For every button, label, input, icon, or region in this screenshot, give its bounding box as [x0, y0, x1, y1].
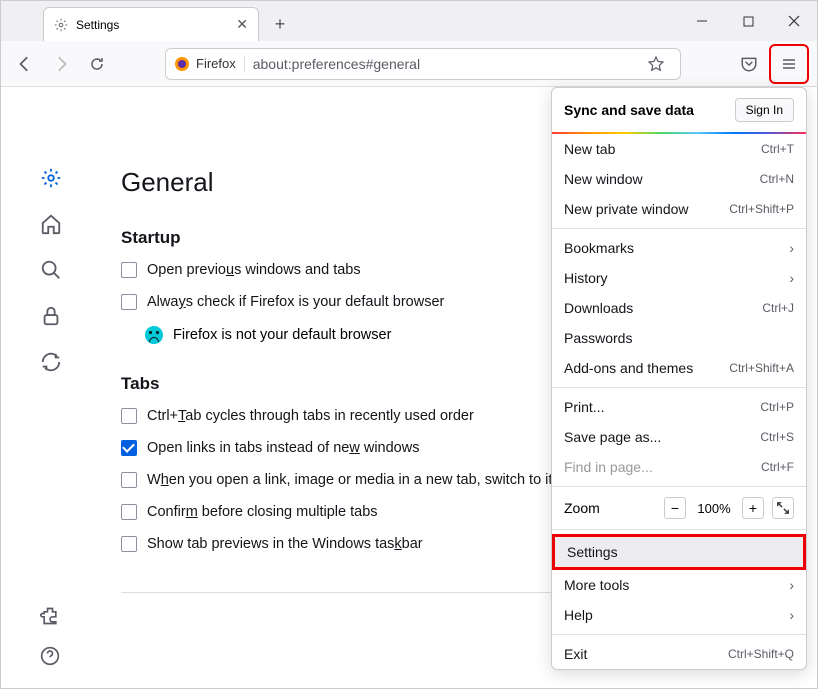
menu-separator — [552, 387, 806, 388]
chevron-right-icon: › — [789, 577, 794, 593]
minimize-button[interactable] — [679, 1, 725, 41]
maximize-button[interactable] — [725, 1, 771, 41]
url-bar[interactable]: Firefox — [165, 48, 681, 80]
zoom-label: Zoom — [564, 500, 656, 516]
category-home[interactable] — [40, 213, 62, 235]
app-menu-button-highlight — [769, 44, 809, 84]
reload-button[interactable] — [81, 48, 113, 80]
zoom-value: 100% — [694, 501, 734, 516]
taskbar-previews-label: Show tab previews in the Windows taskbar — [147, 536, 423, 552]
restore-previous-session-checkbox[interactable] — [121, 262, 137, 278]
menu-downloads[interactable]: DownloadsCtrl+J — [552, 293, 806, 323]
open-links-checkbox[interactable] — [121, 440, 137, 456]
sad-face-icon — [145, 326, 163, 344]
menu-zoom-row: Zoom − 100% + — [552, 491, 806, 525]
identity-label: Firefox — [196, 56, 236, 71]
category-privacy[interactable] — [40, 305, 62, 327]
bookmark-star-button[interactable] — [640, 48, 672, 80]
fullscreen-button[interactable] — [772, 497, 794, 519]
menu-new-tab[interactable]: New tabCtrl+T — [552, 134, 806, 164]
menu-separator — [552, 634, 806, 635]
category-sync[interactable] — [40, 351, 62, 373]
chevron-right-icon: › — [789, 270, 794, 286]
confirm-close-label: Confirm before closing multiple tabs — [147, 504, 378, 520]
app-menu-panel: Sync and save data Sign In New tabCtrl+T… — [551, 87, 807, 670]
help-icon[interactable] — [40, 646, 62, 668]
new-tab-button[interactable]: + — [265, 9, 295, 39]
title-bar: Settings ✕ + — [1, 1, 817, 41]
app-menu-button[interactable] — [773, 48, 805, 80]
menu-exit[interactable]: ExitCtrl+Shift+Q — [552, 639, 806, 669]
sign-in-button[interactable]: Sign In — [735, 98, 794, 122]
gear-icon — [54, 18, 68, 32]
menu-history[interactable]: History› — [552, 263, 806, 293]
menu-find[interactable]: Find in page...Ctrl+F — [552, 452, 806, 482]
category-sidebar — [1, 87, 101, 688]
menu-separator — [552, 486, 806, 487]
menu-separator — [552, 228, 806, 229]
forward-button[interactable] — [45, 48, 77, 80]
window-controls — [679, 1, 817, 41]
navigation-toolbar: Firefox — [1, 41, 817, 87]
menu-passwords[interactable]: Passwords — [552, 323, 806, 353]
back-button[interactable] — [9, 48, 41, 80]
category-search[interactable] — [40, 259, 62, 281]
menu-separator — [552, 529, 806, 530]
taskbar-previews-checkbox[interactable] — [121, 536, 137, 552]
menu-new-private-window[interactable]: New private windowCtrl+Shift+P — [552, 194, 806, 224]
pocket-button[interactable] — [733, 48, 765, 80]
url-input[interactable] — [253, 56, 640, 72]
confirm-close-checkbox[interactable] — [121, 504, 137, 520]
firefox-icon — [174, 56, 190, 72]
menu-sync-header: Sync and save data Sign In — [552, 88, 806, 132]
not-default-text: Firefox is not your default browser — [173, 327, 391, 343]
switch-to-tab-checkbox[interactable] — [121, 472, 137, 488]
menu-addons[interactable]: Add-ons and themesCtrl+Shift+A — [552, 353, 806, 383]
extensions-icon[interactable] — [40, 606, 62, 628]
always-check-default-checkbox[interactable] — [121, 294, 137, 310]
always-check-default-label: Always check if Firefox is your default … — [147, 294, 444, 310]
tab-title: Settings — [76, 18, 236, 32]
sync-title: Sync and save data — [564, 102, 694, 118]
identity-box[interactable]: Firefox — [174, 56, 245, 72]
browser-tab[interactable]: Settings ✕ — [43, 7, 259, 41]
menu-more-tools[interactable]: More tools› — [552, 570, 806, 600]
menu-help[interactable]: Help› — [552, 600, 806, 630]
menu-save-page[interactable]: Save page as...Ctrl+S — [552, 422, 806, 452]
menu-bookmarks[interactable]: Bookmarks› — [552, 233, 806, 263]
zoom-in-button[interactable]: + — [742, 497, 764, 519]
open-links-label: Open links in tabs instead of new window… — [147, 440, 419, 456]
tab-close-button[interactable]: ✕ — [236, 16, 248, 33]
menu-print[interactable]: Print...Ctrl+P — [552, 392, 806, 422]
restore-previous-session-label: Open previous windows and tabs — [147, 262, 361, 278]
close-window-button[interactable] — [771, 1, 817, 41]
ctrl-tab-label: Ctrl+Tab cycles through tabs in recently… — [147, 408, 474, 424]
chevron-right-icon: › — [789, 607, 794, 623]
menu-new-window[interactable]: New windowCtrl+N — [552, 164, 806, 194]
ctrl-tab-checkbox[interactable] — [121, 408, 137, 424]
menu-settings[interactable]: Settings — [552, 534, 806, 570]
zoom-out-button[interactable]: − — [664, 497, 686, 519]
chevron-right-icon: › — [789, 240, 794, 256]
category-general[interactable] — [40, 167, 62, 189]
